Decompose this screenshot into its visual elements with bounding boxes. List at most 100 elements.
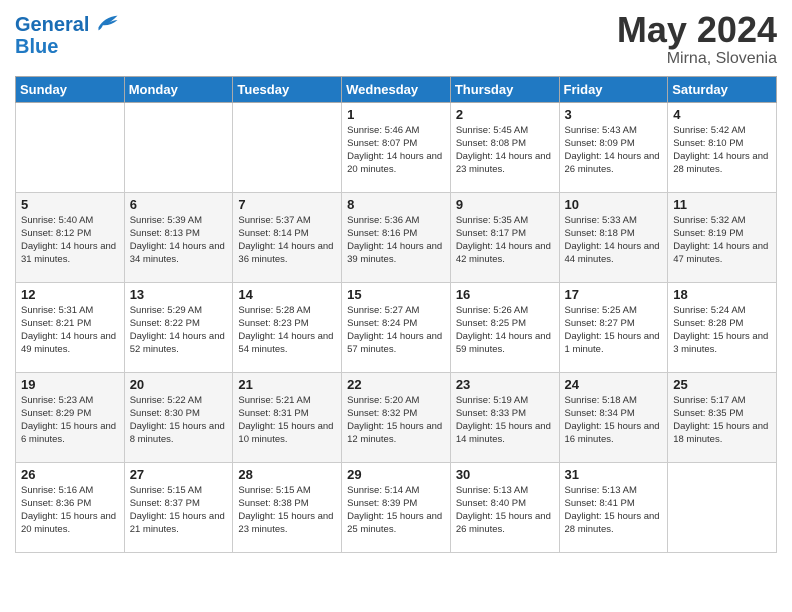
day-cell: 28 Sunrise: 5:15 AM Sunset: 8:38 PM Dayli…: [233, 462, 342, 552]
day-info: Sunrise: 5:18 AM Sunset: 8:34 PM Dayligh…: [565, 394, 663, 447]
day-info: Sunrise: 5:25 AM Sunset: 8:27 PM Dayligh…: [565, 304, 663, 357]
day-cell: 16Sunrise: 5:26 AM Sunset: 8:25 PM Dayli…: [450, 282, 559, 372]
day-number: 19: [21, 377, 119, 392]
day-info: Sunrise: 5:23 AM Sunset: 8:29 PM Dayligh…: [21, 394, 119, 447]
day-info: Sunrise: 5:46 AM Sunset: 8:07 PM Dayligh…: [347, 124, 445, 177]
day-number: 9: [456, 197, 554, 212]
day-info: Sunrise: 5:43 AM Sunset: 8:09 PM Dayligh…: [565, 124, 663, 177]
day-cell: 14 Sunrise: 5:28 AM Sunset: 8:23 PM Dayli…: [233, 282, 342, 372]
day-info: Sunrise: 5:13 AM Sunset: 8:40 PM Dayligh…: [456, 484, 554, 537]
day-number: 16: [456, 287, 554, 302]
logo: General Blue: [15, 14, 119, 58]
calendar-page: General Blue May 2024 Mirna, Slovenia Su…: [0, 0, 792, 612]
day-number: 7: [238, 197, 336, 212]
day-number: 11: [673, 197, 771, 212]
day-info: Sunrise: 5:21 AM Sunset: 8:31 PM Dayligh…: [238, 394, 336, 447]
day-info: Sunrise: 5:42 AM Sunset: 8:10 PM Dayligh…: [673, 124, 771, 177]
week-row-2: 5Sunrise: 5:40 AM Sunset: 8:12 PM Daylig…: [16, 192, 777, 282]
day-cell: 10 Sunrise: 5:33 AM Sunset: 8:18 PM Dayli…: [559, 192, 668, 282]
day-number: 17: [565, 287, 663, 302]
day-number: 25: [673, 377, 771, 392]
day-cell: 13 Sunrise: 5:29 AM Sunset: 8:22 PM Dayli…: [124, 282, 233, 372]
week-row-5: 26 Sunrise: 5:16 AM Sunset: 8:36 PM Dayli…: [16, 462, 777, 552]
week-row-3: 12Sunrise: 5:31 AM Sunset: 8:21 PM Dayli…: [16, 282, 777, 372]
day-info: Sunrise: 5:15 AM Sunset: 8:38 PM Dayligh…: [238, 484, 336, 537]
day-info: Sunrise: 5:40 AM Sunset: 8:12 PM Dayligh…: [21, 214, 119, 267]
day-number: 15: [347, 287, 445, 302]
days-header-row: SundayMondayTuesdayWednesdayThursdayFrid…: [16, 76, 777, 102]
day-cell: 26 Sunrise: 5:16 AM Sunset: 8:36 PM Dayli…: [16, 462, 125, 552]
day-number: 3: [565, 107, 663, 122]
day-cell: [124, 102, 233, 192]
logo-blue: Blue: [15, 36, 119, 58]
day-cell: 29 Sunrise: 5:14 AM Sunset: 8:39 PM Dayli…: [342, 462, 451, 552]
day-info: Sunrise: 5:20 AM Sunset: 8:32 PM Dayligh…: [347, 394, 445, 447]
day-info: Sunrise: 5:33 AM Sunset: 8:18 PM Dayligh…: [565, 214, 663, 267]
day-info: Sunrise: 5:22 AM Sunset: 8:30 PM Dayligh…: [130, 394, 228, 447]
day-header-saturday: Saturday: [668, 76, 777, 102]
location: Mirna, Slovenia: [617, 50, 777, 68]
day-number: 21: [238, 377, 336, 392]
day-number: 18: [673, 287, 771, 302]
day-number: 26: [21, 467, 119, 482]
day-cell: 30 Sunrise: 5:13 AM Sunset: 8:40 PM Dayli…: [450, 462, 559, 552]
week-row-4: 19 Sunrise: 5:23 AM Sunset: 8:29 PM Dayli…: [16, 372, 777, 462]
day-info: Sunrise: 5:45 AM Sunset: 8:08 PM Dayligh…: [456, 124, 554, 177]
day-cell: 21 Sunrise: 5:21 AM Sunset: 8:31 PM Dayli…: [233, 372, 342, 462]
day-number: 14: [238, 287, 336, 302]
day-cell: 2 Sunrise: 5:45 AM Sunset: 8:08 PM Daylig…: [450, 102, 559, 192]
day-number: 29: [347, 467, 445, 482]
day-info: Sunrise: 5:16 AM Sunset: 8:36 PM Dayligh…: [21, 484, 119, 537]
day-info: Sunrise: 5:27 AM Sunset: 8:24 PM Dayligh…: [347, 304, 445, 357]
day-cell: 5Sunrise: 5:40 AM Sunset: 8:12 PM Daylig…: [16, 192, 125, 282]
day-header-thursday: Thursday: [450, 76, 559, 102]
day-number: 27: [130, 467, 228, 482]
day-cell: 1Sunrise: 5:46 AM Sunset: 8:07 PM Daylig…: [342, 102, 451, 192]
header: General Blue May 2024 Mirna, Slovenia: [15, 10, 777, 68]
day-info: Sunrise: 5:14 AM Sunset: 8:39 PM Dayligh…: [347, 484, 445, 537]
day-cell: 31 Sunrise: 5:13 AM Sunset: 8:41 PM Dayli…: [559, 462, 668, 552]
day-number: 20: [130, 377, 228, 392]
day-cell: 11 Sunrise: 5:32 AM Sunset: 8:19 PM Dayli…: [668, 192, 777, 282]
day-cell: 4 Sunrise: 5:42 AM Sunset: 8:10 PM Daylig…: [668, 102, 777, 192]
day-info: Sunrise: 5:19 AM Sunset: 8:33 PM Dayligh…: [456, 394, 554, 447]
day-cell: [16, 102, 125, 192]
day-header-monday: Monday: [124, 76, 233, 102]
day-info: Sunrise: 5:17 AM Sunset: 8:35 PM Dayligh…: [673, 394, 771, 447]
day-info: Sunrise: 5:15 AM Sunset: 8:37 PM Dayligh…: [130, 484, 228, 537]
week-row-1: 1Sunrise: 5:46 AM Sunset: 8:07 PM Daylig…: [16, 102, 777, 192]
day-info: Sunrise: 5:13 AM Sunset: 8:41 PM Dayligh…: [565, 484, 663, 537]
day-cell: 19 Sunrise: 5:23 AM Sunset: 8:29 PM Dayli…: [16, 372, 125, 462]
day-info: Sunrise: 5:36 AM Sunset: 8:16 PM Dayligh…: [347, 214, 445, 267]
day-number: 12: [21, 287, 119, 302]
day-cell: 7Sunrise: 5:37 AM Sunset: 8:14 PM Daylig…: [233, 192, 342, 282]
day-number: 4: [673, 107, 771, 122]
logo-general: General: [15, 14, 89, 36]
day-number: 28: [238, 467, 336, 482]
day-info: Sunrise: 5:28 AM Sunset: 8:23 PM Dayligh…: [238, 304, 336, 357]
logo-text: General: [15, 14, 119, 36]
day-number: 10: [565, 197, 663, 212]
day-cell: 12Sunrise: 5:31 AM Sunset: 8:21 PM Dayli…: [16, 282, 125, 372]
day-info: Sunrise: 5:29 AM Sunset: 8:22 PM Dayligh…: [130, 304, 228, 357]
day-info: Sunrise: 5:39 AM Sunset: 8:13 PM Dayligh…: [130, 214, 228, 267]
day-cell: 20 Sunrise: 5:22 AM Sunset: 8:30 PM Dayli…: [124, 372, 233, 462]
day-number: 13: [130, 287, 228, 302]
day-cell: 6Sunrise: 5:39 AM Sunset: 8:13 PM Daylig…: [124, 192, 233, 282]
day-number: 2: [456, 107, 554, 122]
day-cell: 9 Sunrise: 5:35 AM Sunset: 8:17 PM Daylig…: [450, 192, 559, 282]
title-block: May 2024 Mirna, Slovenia: [617, 10, 777, 68]
day-info: Sunrise: 5:35 AM Sunset: 8:17 PM Dayligh…: [456, 214, 554, 267]
day-info: Sunrise: 5:24 AM Sunset: 8:28 PM Dayligh…: [673, 304, 771, 357]
day-number: 23: [456, 377, 554, 392]
day-cell: [668, 462, 777, 552]
day-cell: 18 Sunrise: 5:24 AM Sunset: 8:28 PM Dayli…: [668, 282, 777, 372]
day-cell: 23 Sunrise: 5:19 AM Sunset: 8:33 PM Dayli…: [450, 372, 559, 462]
day-number: 30: [456, 467, 554, 482]
day-header-tuesday: Tuesday: [233, 76, 342, 102]
day-header-friday: Friday: [559, 76, 668, 102]
logo-bird-icon: [97, 14, 119, 32]
day-cell: 17 Sunrise: 5:25 AM Sunset: 8:27 PM Dayli…: [559, 282, 668, 372]
day-number: 31: [565, 467, 663, 482]
day-info: Sunrise: 5:32 AM Sunset: 8:19 PM Dayligh…: [673, 214, 771, 267]
